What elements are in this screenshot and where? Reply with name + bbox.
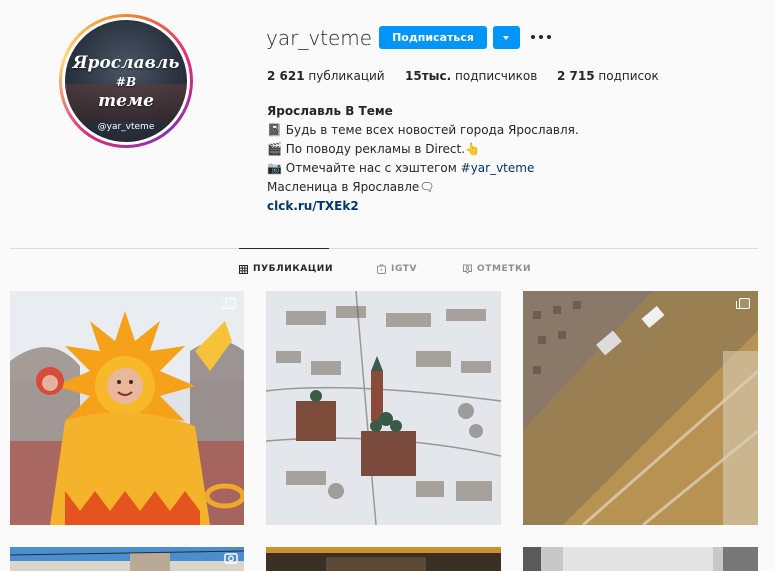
post-thumbnail[interactable] (523, 547, 758, 571)
avatar-logo-line3: теме (98, 91, 154, 111)
suggested-accounts-dropdown-button[interactable] (493, 26, 520, 49)
avatar-logo-line1: Ярославль (72, 53, 180, 73)
bio-hashtag-link[interactable]: #yar_vteme (461, 161, 535, 175)
tab-posts[interactable]: ПУБЛИКАЦИИ (239, 264, 333, 274)
bio-line-maslenitsa: Масленица в Ярославле🗨 (267, 180, 435, 194)
avatar-logo: Ярославль #В теме (65, 54, 187, 111)
stat-posts-label: публикаций (308, 69, 385, 83)
post-image-window (523, 547, 758, 571)
bio-line-hashtag: 📷 Отмечайте нас с хэштегом #yar_vteme (267, 159, 579, 178)
stat-followers[interactable]: 15тыс. подписчиков (405, 69, 537, 83)
stat-following-value: 2 715 (557, 69, 595, 83)
post-thumbnail[interactable] (10, 547, 244, 571)
post-thumbnail[interactable] (10, 291, 244, 525)
grid-icon (239, 264, 248, 274)
post-thumbnail[interactable] (266, 547, 501, 571)
avatar-handle: @yar_vteme (97, 122, 155, 132)
carousel-icon (736, 298, 750, 309)
active-tab-indicator (239, 248, 329, 249)
bio-external-link[interactable]: clck.ru/TXEk2 (267, 197, 579, 216)
video-camera-icon (224, 553, 238, 564)
profile-username: yar_vteme (266, 26, 373, 50)
more-options-icon[interactable] (531, 28, 551, 46)
tab-posts-label: ПУБЛИКАЦИИ (253, 264, 334, 274)
post-image-aerial-town (266, 291, 501, 525)
post-image-slush-street (523, 291, 758, 525)
post-image-dark (266, 547, 501, 571)
tab-igtv-label: IGTV (391, 264, 418, 274)
tab-tagged[interactable]: ОТМЕТКИ (463, 264, 531, 274)
stat-followers-value: 15тыс. (405, 69, 452, 83)
post-thumbnail[interactable] (266, 291, 501, 525)
avatar-image: Ярославль #В теме @yar_vteme (65, 20, 187, 142)
bio-line-news: 📓 Будь в теме всех новостей города Яросл… (267, 123, 579, 137)
avatar-logo-line2: #В (115, 75, 137, 89)
profile-bio: Ярославль В Теме 📓 Будь в теме всех ново… (267, 102, 579, 216)
carousel-icon (222, 298, 236, 309)
stat-followers-label: подписчиков (455, 69, 538, 83)
profile-avatar[interactable]: Ярославль #В теме @yar_vteme (59, 14, 193, 148)
stat-posts: 2 621 публикаций (267, 69, 385, 83)
stat-following-label: подписок (598, 69, 659, 83)
stat-posts-value: 2 621 (267, 69, 305, 83)
post-thumbnail[interactable] (523, 291, 758, 525)
bio-hashtag-prefix: 📷 Отмечайте нас с хэштегом (267, 161, 461, 175)
tagged-icon (463, 264, 472, 274)
tabs-divider (10, 248, 758, 249)
tab-igtv[interactable]: IGTV (377, 264, 417, 274)
bio-line-ads: 🎬 По поводу рекламы в Direct.👆 (267, 142, 480, 156)
bio-name: Ярославль В Теме (267, 104, 393, 118)
post-image-street-sky (10, 547, 244, 571)
follow-button[interactable]: Подписаться (379, 26, 487, 49)
post-image-maslenitsa (10, 291, 244, 525)
tab-tagged-label: ОТМЕТКИ (477, 264, 532, 274)
igtv-icon (377, 264, 386, 274)
stat-following[interactable]: 2 715 подписок (557, 69, 659, 83)
